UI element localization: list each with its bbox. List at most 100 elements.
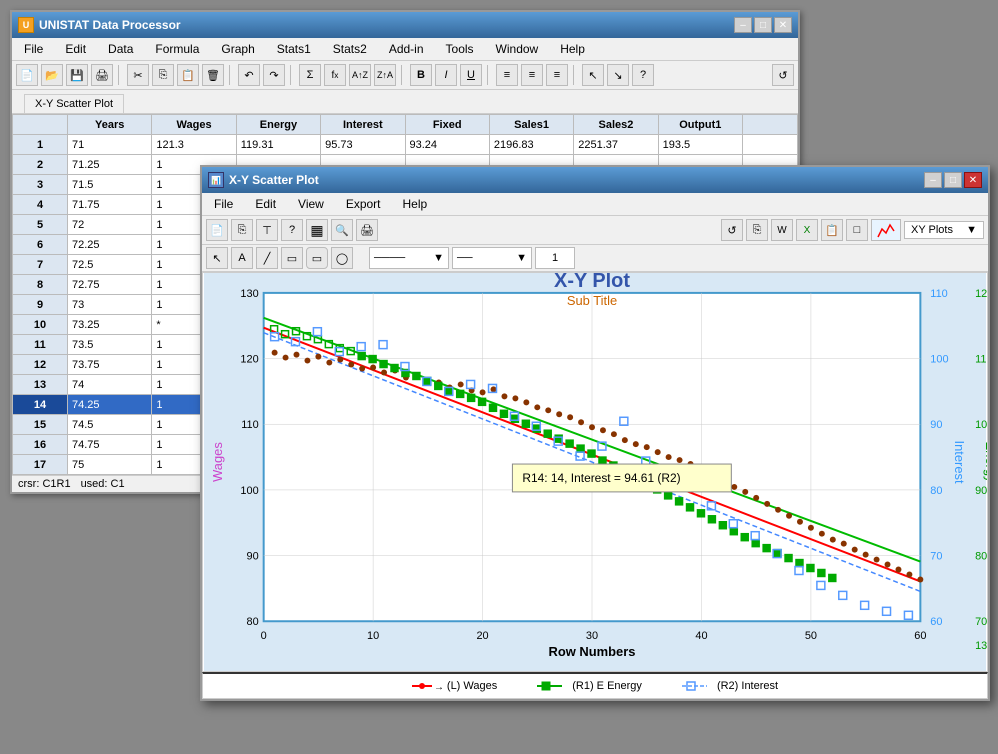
data-cell[interactable]: 2196.83 [489, 135, 573, 155]
data-cell[interactable]: 74.75 [68, 435, 152, 455]
col-header-energy[interactable]: Energy [236, 115, 320, 135]
chart-area[interactable]: X-Y Plot Sub Title 80 90 100 110 120 130… [202, 272, 988, 672]
sct-tb-btn5[interactable]: ▦ [306, 219, 328, 241]
data-cell[interactable]: 72.75 [68, 275, 152, 295]
data-cell[interactable]: 72.25 [68, 235, 152, 255]
tb-undo[interactable]: ↶ [238, 64, 260, 86]
data-cell[interactable]: 73.75 [68, 355, 152, 375]
row-number-cell[interactable]: 12 [13, 355, 68, 375]
data-cell[interactable]: 74.25 [68, 395, 152, 415]
row-number-cell[interactable]: 3 [13, 175, 68, 195]
tb-underline[interactable]: U [460, 64, 482, 86]
tool-select[interactable]: ↖ [206, 247, 228, 269]
main-close-button[interactable]: ✕ [774, 17, 792, 33]
scatter-menu-help[interactable]: Help [397, 195, 434, 213]
tb-refresh[interactable]: ↺ [772, 64, 794, 86]
tb-sum[interactable]: Σ [299, 64, 321, 86]
menu-stats1[interactable]: Stats1 [271, 40, 317, 58]
row-number-cell[interactable]: 1 [13, 135, 68, 155]
col-header-sales1[interactable]: Sales1 [489, 115, 573, 135]
row-number-cell[interactable]: 4 [13, 195, 68, 215]
menu-data[interactable]: Data [102, 40, 139, 58]
menu-formula[interactable]: Formula [149, 40, 205, 58]
data-cell[interactable]: 73 [68, 295, 152, 315]
data-cell[interactable]: 73.5 [68, 335, 152, 355]
row-number-cell[interactable]: 10 [13, 315, 68, 335]
tb-sort-az[interactable]: A↑Z [349, 64, 371, 86]
data-cell[interactable]: 71 [68, 135, 152, 155]
scatter-close-button[interactable]: ✕ [964, 172, 982, 188]
menu-addin[interactable]: Add-in [383, 40, 430, 58]
data-cell[interactable]: 121.3 [152, 135, 236, 155]
row-number-cell[interactable]: 15 [13, 415, 68, 435]
data-cell[interactable]: 74.5 [68, 415, 152, 435]
data-cell[interactable]: 119.31 [236, 135, 320, 155]
data-cell[interactable]: 73.25 [68, 315, 152, 335]
tb-sort-za[interactable]: Z↑A [374, 64, 396, 86]
sct-tb-btn4[interactable]: ? [281, 219, 303, 241]
row-number-cell[interactable]: 6 [13, 235, 68, 255]
tb-bold[interactable]: B [410, 64, 432, 86]
sct-tb-copy1[interactable]: ⎘ [746, 219, 768, 241]
sct-tb-print[interactable]: 🖨 [356, 219, 378, 241]
row-number-cell[interactable]: 5 [13, 215, 68, 235]
tb-italic[interactable]: I [435, 64, 457, 86]
sct-tb-btn1[interactable]: 📄 [206, 219, 228, 241]
tool-roundrect[interactable]: ▭ [306, 247, 328, 269]
spreadsheet-tab[interactable]: X-Y Scatter Plot [24, 94, 124, 113]
col-header-sales2[interactable]: Sales2 [574, 115, 658, 135]
xy-plots-dropdown[interactable]: XY Plots ▼ [904, 221, 984, 239]
col-header-years[interactable]: Years [68, 115, 152, 135]
row-number-cell[interactable]: 7 [13, 255, 68, 275]
scatter-menu-file[interactable]: File [208, 195, 239, 213]
data-cell[interactable]: 71.75 [68, 195, 152, 215]
row-number-cell[interactable]: 8 [13, 275, 68, 295]
sct-tb-extra1[interactable]: 📋 [821, 219, 843, 241]
data-cell[interactable]: 95.73 [321, 135, 405, 155]
data-cell[interactable]: 193.5 [658, 135, 742, 155]
col-header-wages[interactable]: Wages [152, 115, 236, 135]
tool-ellipse[interactable]: ◯ [331, 247, 353, 269]
tb-fx[interactable]: fx [324, 64, 346, 86]
tb-new[interactable]: 📄 [16, 64, 38, 86]
sct-tb-btn2[interactable]: ⎘ [231, 219, 253, 241]
scatter-menu-edit[interactable]: Edit [249, 195, 282, 213]
sct-tb-chart-icon[interactable] [871, 219, 901, 241]
tb-help[interactable]: ? [632, 64, 654, 86]
data-cell[interactable] [743, 135, 798, 155]
table-row[interactable]: 171121.3119.3195.7393.242196.832251.3719… [13, 135, 798, 155]
row-number-cell[interactable]: 14 [13, 395, 68, 415]
line-style-selector[interactable]: ──── ▼ [369, 247, 449, 269]
col-header-interest[interactable]: Interest [321, 115, 405, 135]
tb-align-left[interactable]: ≡ [496, 64, 518, 86]
data-cell[interactable]: 74 [68, 375, 152, 395]
sct-tb-extra2[interactable]: □ [846, 219, 868, 241]
tool-text[interactable]: A [231, 247, 253, 269]
xy-plots-selector[interactable]: XY Plots ▼ [904, 221, 984, 239]
tb-open[interactable]: 📂 [41, 64, 63, 86]
tb-cut[interactable]: ✂ [127, 64, 149, 86]
menu-graph[interactable]: Graph [215, 40, 260, 58]
sct-tb-excel[interactable]: X [796, 219, 818, 241]
row-number-cell[interactable]: 17 [13, 455, 68, 475]
line-thickness-selector[interactable]: ── ▼ [452, 247, 532, 269]
tool-line[interactable]: ╱ [256, 247, 278, 269]
scatter-maximize-button[interactable]: □ [944, 172, 962, 188]
main-minimize-button[interactable]: – [734, 17, 752, 33]
row-number-cell[interactable]: 13 [13, 375, 68, 395]
sct-tb-btn3[interactable]: ⊤ [256, 219, 278, 241]
scatter-minimize-button[interactable]: – [924, 172, 942, 188]
tb-arrow-left[interactable]: ↖ [582, 64, 604, 86]
data-cell[interactable]: 2251.37 [574, 135, 658, 155]
tb-align-center[interactable]: ≡ [521, 64, 543, 86]
col-header-output1[interactable]: Output1 [658, 115, 742, 135]
menu-stats2[interactable]: Stats2 [327, 40, 373, 58]
menu-edit[interactable]: Edit [59, 40, 92, 58]
data-cell[interactable]: 75 [68, 455, 152, 475]
col-header-fixed[interactable]: Fixed [405, 115, 489, 135]
row-number-cell[interactable]: 2 [13, 155, 68, 175]
menu-file[interactable]: File [18, 40, 49, 58]
row-number-cell[interactable]: 9 [13, 295, 68, 315]
scatter-menu-view[interactable]: View [292, 195, 330, 213]
tb-align-right[interactable]: ≡ [546, 64, 568, 86]
